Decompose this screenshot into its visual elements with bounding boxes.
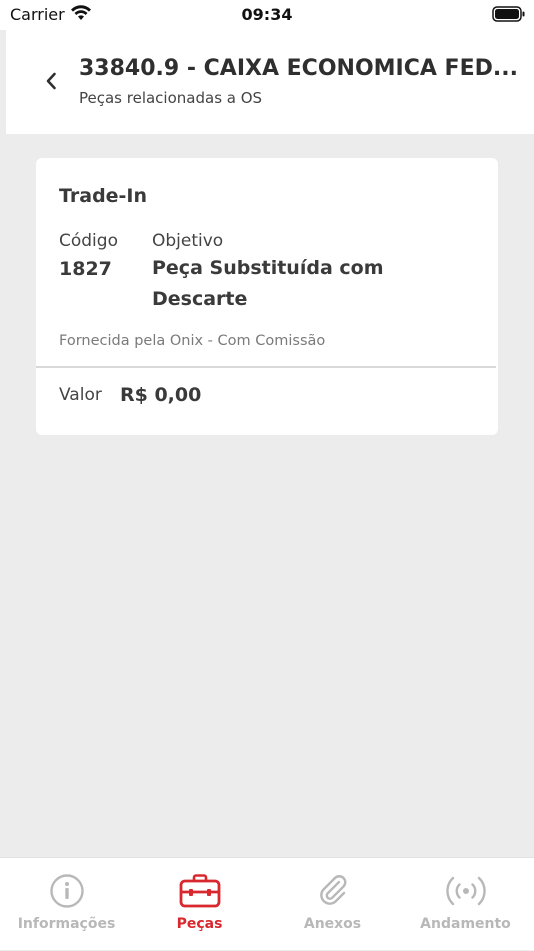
codigo-label: Código xyxy=(59,231,118,251)
broadcast-icon xyxy=(399,871,532,911)
toolbox-icon xyxy=(133,871,266,911)
objetivo-label: Objetivo xyxy=(152,231,224,251)
tab-andamento[interactable]: Andamento xyxy=(399,858,532,951)
supplier-note: Fornecida pela Onix - Com Comissão xyxy=(59,333,326,349)
tab-informacoes[interactable]: Informações xyxy=(0,858,133,951)
tab-bar: Informações Peças Anexos Andamento xyxy=(0,857,534,950)
page-subtitle: Peças relacionadas a OS xyxy=(79,89,263,107)
info-icon xyxy=(0,871,133,911)
header: 33840.9 - CAIXA ECONOMICA FED... Peças r… xyxy=(6,28,534,134)
valor-value: R$ 0,00 xyxy=(120,384,202,406)
tab-label: Andamento xyxy=(420,916,511,932)
codigo-value: 1827 xyxy=(59,258,112,280)
part-card[interactable]: Trade-In Código 1827 Objetivo Peça Subst… xyxy=(36,158,498,435)
tab-pecas[interactable]: Peças xyxy=(133,858,266,951)
status-time: 09:34 xyxy=(241,5,293,24)
part-type: Trade-In xyxy=(59,185,148,207)
card-divider xyxy=(36,366,496,368)
valor-label: Valor xyxy=(59,385,102,405)
tab-label: Informações xyxy=(17,916,116,932)
tab-label: Peças xyxy=(176,916,223,932)
paperclip-icon xyxy=(266,871,399,911)
tab-label: Anexos xyxy=(303,916,362,932)
tab-anexos[interactable]: Anexos xyxy=(266,858,399,951)
battery-icon xyxy=(492,6,526,26)
page-title: 33840.9 - CAIXA ECONOMICA FED... xyxy=(79,56,518,81)
chevron-left-icon xyxy=(46,72,56,90)
objetivo-value: Peça Substituída com Descarte xyxy=(152,257,384,310)
back-button[interactable] xyxy=(40,68,62,94)
status-bar: Carrier 09:34 xyxy=(0,0,534,30)
